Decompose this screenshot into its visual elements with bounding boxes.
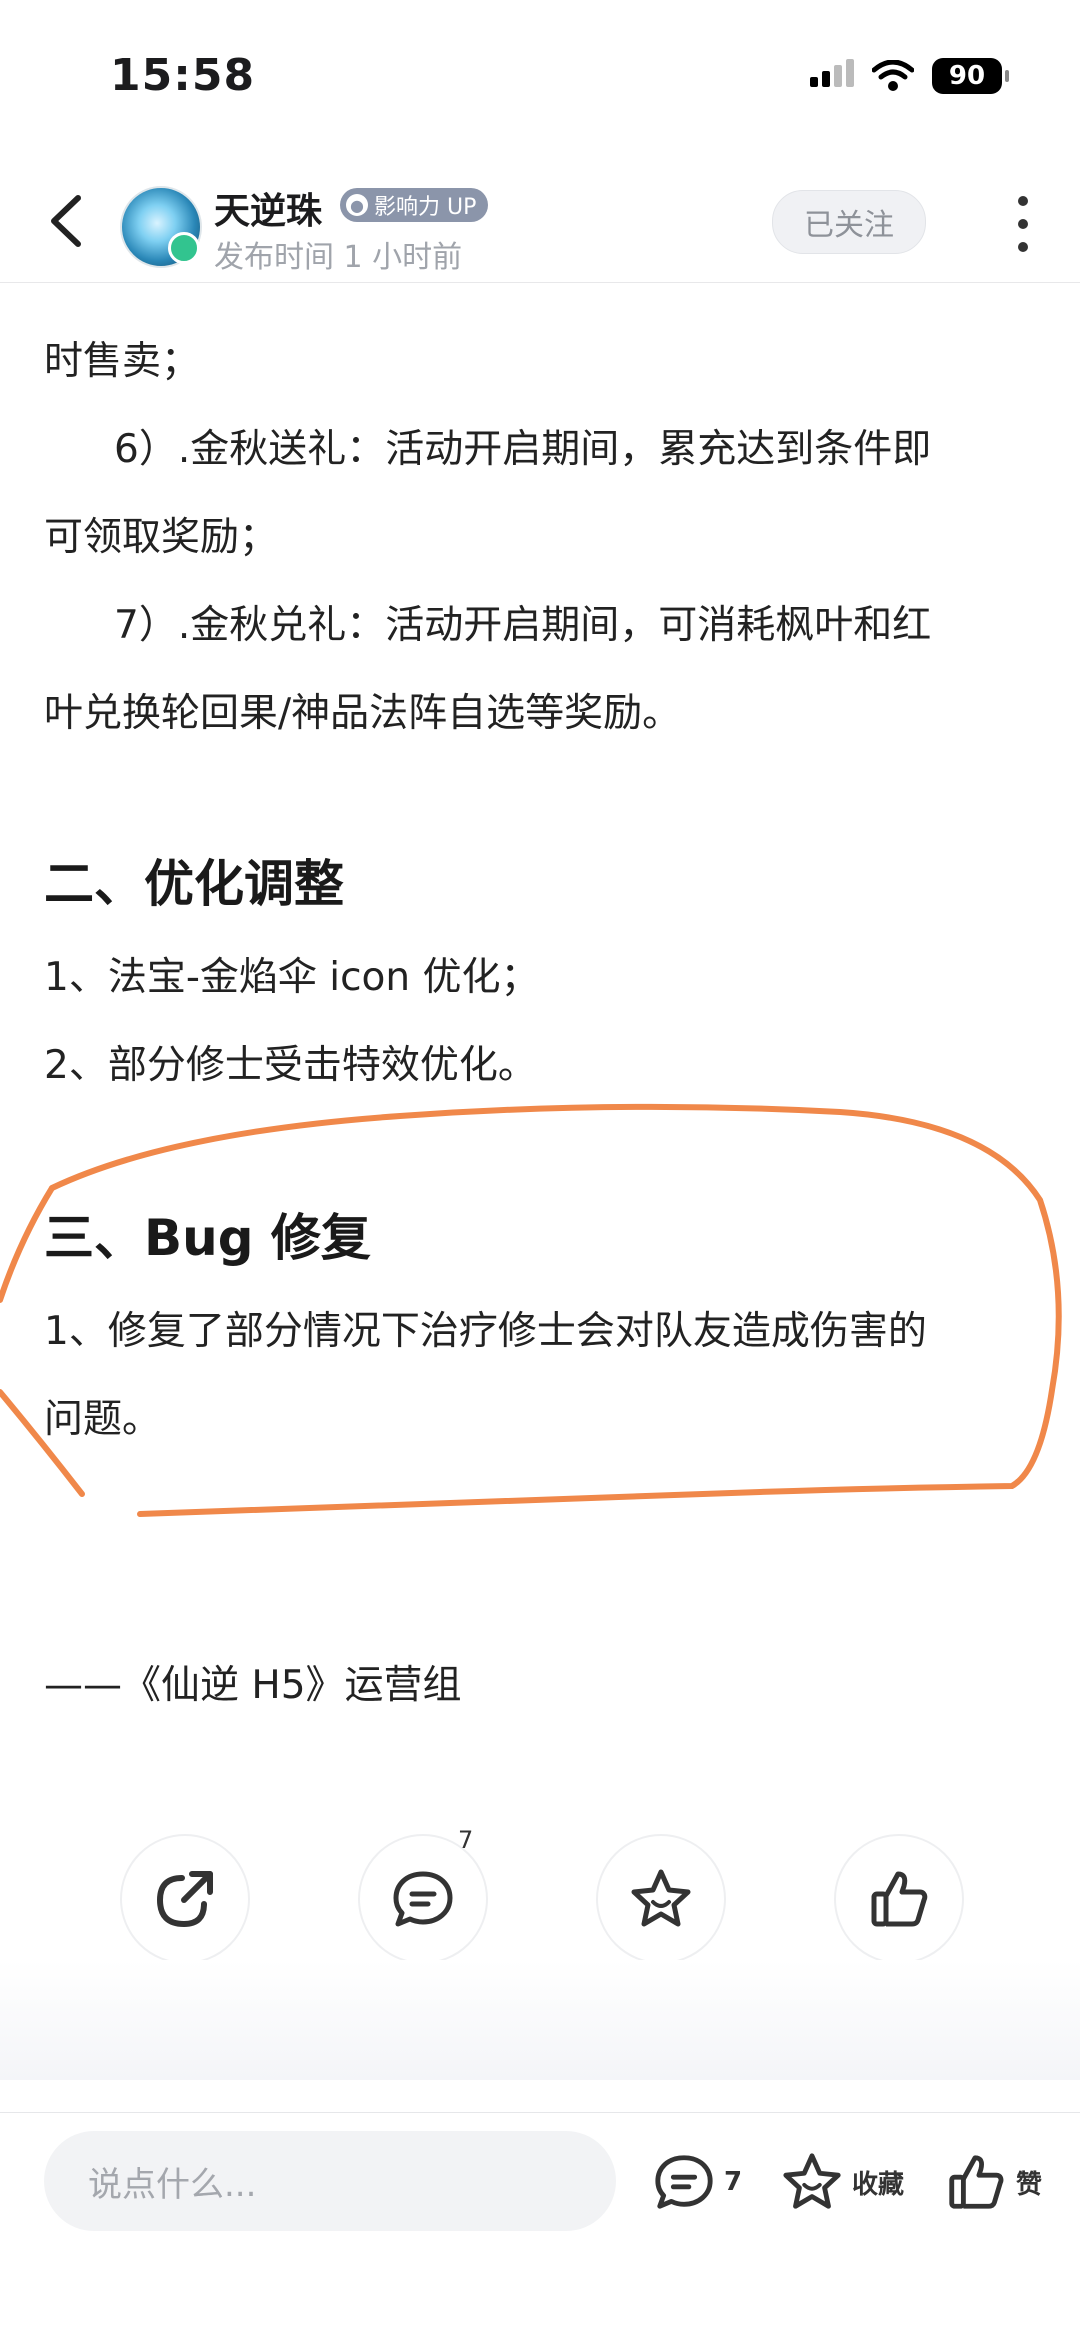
more-dot — [1018, 242, 1028, 252]
influence-badge-label: 影响力 UP — [374, 195, 477, 220]
star-icon — [783, 2153, 841, 2209]
share-button[interactable] — [120, 1834, 250, 1964]
content-fade — [0, 1960, 1080, 2080]
favorite-button[interactable] — [596, 1834, 726, 1964]
influence-badge: ● 影响力 UP — [340, 188, 489, 222]
chevron-left-icon — [51, 195, 81, 247]
post-header: 天逆珠 ● 影响力 UP 发布时间 1 小时前 已关注 — [0, 160, 1080, 283]
comment-input[interactable]: 说点什么... — [44, 2131, 616, 2231]
more-options-button[interactable] — [1006, 196, 1040, 252]
comment-count-badge: 7 — [458, 1826, 474, 1854]
follow-button[interactable]: 已关注 — [772, 190, 926, 254]
bottom-comment-button[interactable]: 7 — [652, 2147, 742, 2217]
bottom-comment-count: 7 — [724, 2167, 743, 2197]
person-icon: ● — [346, 194, 368, 216]
bottom-collect-label: 收藏 — [852, 2169, 905, 2200]
comment-icon — [655, 2155, 713, 2209]
thumbs-up-icon — [949, 2155, 1004, 2209]
back-button[interactable] — [38, 188, 98, 254]
comment-icon — [393, 1871, 453, 1927]
bottom-bar: 说点什么... 7 收藏 赞 — [0, 2112, 1080, 2342]
star-icon — [631, 1869, 691, 1927]
bottom-like-button[interactable]: 赞 — [944, 2147, 1042, 2217]
share-icon — [156, 1871, 213, 1928]
verified-badge-icon — [168, 232, 200, 264]
thumbs-up-icon — [871, 1871, 928, 1927]
like-button[interactable] — [834, 1834, 964, 1964]
more-dot — [1018, 196, 1028, 206]
bottom-collect-button[interactable]: 收藏 — [780, 2147, 904, 2217]
more-dot — [1018, 219, 1028, 229]
post-actions: 7 — [0, 1826, 1080, 1964]
author-name[interactable]: 天逆珠 — [214, 182, 322, 234]
bottom-like-label: 赞 — [1016, 2169, 1043, 2200]
publish-time: 发布时间 1 小时前 — [214, 240, 463, 275]
